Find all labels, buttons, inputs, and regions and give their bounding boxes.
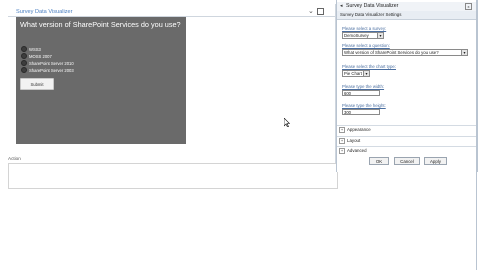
height-label: Please type the height: bbox=[342, 103, 386, 108]
advanced-section-title: Advanced bbox=[347, 148, 367, 153]
pane-arrow-icon[interactable]: ◂ bbox=[340, 3, 343, 9]
width-label: Please type the width: bbox=[342, 84, 385, 89]
webpart-select-checkbox[interactable] bbox=[317, 8, 324, 15]
survey-panel: What version of SharePoint Services do y… bbox=[16, 17, 186, 144]
chart-type-label: Please select the chart type: bbox=[342, 64, 396, 69]
survey-option[interactable]: WSS3 bbox=[21, 46, 41, 52]
webpart-menu-chevron-icon[interactable]: ⌄ bbox=[308, 7, 314, 15]
apply-button[interactable]: Apply bbox=[424, 157, 447, 165]
expand-icon[interactable]: + bbox=[339, 138, 345, 144]
width-input[interactable]: 600 bbox=[342, 90, 380, 96]
appearance-section[interactable]: + Appearance bbox=[337, 125, 477, 134]
chevron-down-icon[interactable]: ▾ bbox=[377, 33, 383, 38]
question-select-label: Please select a question: bbox=[342, 43, 390, 48]
survey-option[interactable]: SharePoint Server 2003 bbox=[21, 67, 74, 73]
tool-pane-scroll-edge bbox=[476, 0, 477, 270]
action-label: Action bbox=[8, 156, 21, 161]
survey-option-label: WSS3 bbox=[29, 46, 41, 52]
settings-section-title: Survey Data Visualizer Settings bbox=[340, 12, 402, 17]
expand-icon[interactable]: + bbox=[339, 148, 345, 154]
survey-select[interactable]: DemoSurvey ▾ bbox=[342, 32, 384, 39]
height-input[interactable]: 300 bbox=[342, 109, 380, 115]
survey-option[interactable]: SharePoint Server 2010 bbox=[21, 60, 74, 66]
survey-select-label: Please select a survey: bbox=[342, 26, 387, 31]
chevron-down-icon[interactable]: ▾ bbox=[461, 50, 467, 55]
radio-button[interactable] bbox=[21, 60, 27, 66]
appearance-section-title: Appearance bbox=[347, 127, 371, 132]
survey-option[interactable]: MOSS 2007 bbox=[21, 53, 52, 59]
submit-button[interactable]: Submit bbox=[20, 78, 54, 90]
survey-question: What version of SharePoint Services do y… bbox=[20, 20, 181, 29]
chart-type-value: Pie Chart bbox=[344, 71, 362, 76]
layout-section[interactable]: + Layout bbox=[337, 136, 477, 145]
advanced-section[interactable]: + Advanced bbox=[337, 146, 477, 155]
layout-section-title: Layout bbox=[347, 138, 361, 143]
close-icon[interactable]: x bbox=[465, 3, 472, 10]
settings-section-header[interactable]: Survey Data Visualizer Settings bbox=[337, 11, 477, 20]
question-select[interactable]: What version of SharePoint Services do y… bbox=[342, 49, 468, 56]
survey-option-label: SharePoint Server 2003 bbox=[29, 67, 74, 73]
chevron-down-icon[interactable]: ▾ bbox=[363, 71, 369, 76]
ok-button[interactable]: OK bbox=[369, 157, 389, 165]
webpart-title[interactable]: Survey Data Visualizer bbox=[16, 9, 72, 15]
survey-select-value: DemoSurvey bbox=[344, 33, 369, 38]
tool-pane: ◂ Survey Data Visualizer x Survey Data V… bbox=[336, 0, 478, 172]
radio-button[interactable] bbox=[21, 67, 27, 73]
tool-pane-title: Survey Data Visualizer bbox=[346, 3, 399, 9]
radio-button[interactable] bbox=[21, 46, 27, 52]
cancel-button[interactable]: Cancel bbox=[394, 157, 420, 165]
question-select-value: What version of SharePoint Services do y… bbox=[344, 50, 439, 55]
mouse-cursor-icon bbox=[283, 117, 291, 129]
action-zone[interactable] bbox=[8, 163, 338, 189]
survey-option-label: MOSS 2007 bbox=[29, 53, 52, 59]
radio-button[interactable] bbox=[21, 53, 27, 59]
chart-type-select[interactable]: Pie Chart ▾ bbox=[342, 70, 370, 77]
survey-option-label: SharePoint Server 2010 bbox=[29, 60, 74, 66]
expand-icon[interactable]: + bbox=[339, 127, 345, 133]
